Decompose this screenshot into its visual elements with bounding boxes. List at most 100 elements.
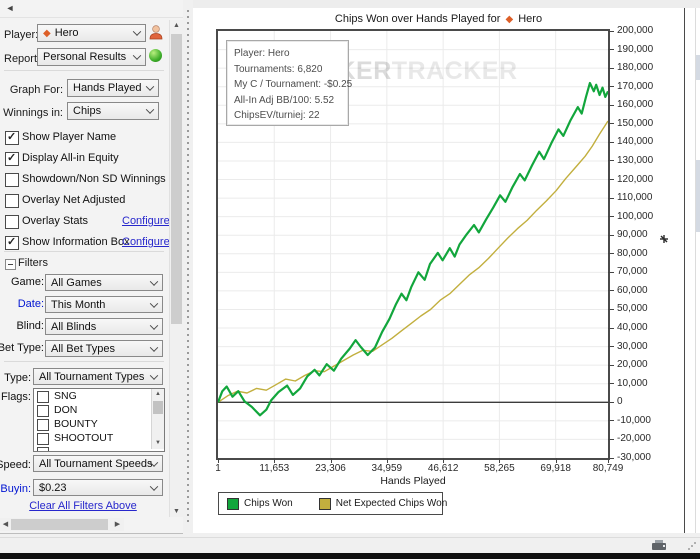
y-tick-label: 120,000 xyxy=(617,173,654,185)
flag-row-bounty[interactable]: BOUNTY xyxy=(37,418,137,432)
checkbox-row-display-all-in-equity[interactable]: Display All-in Equity xyxy=(5,151,181,168)
resize-grip[interactable] xyxy=(688,542,698,552)
legend-item-net-expected-chips-won: Net Expected Chips Won xyxy=(318,497,447,510)
date-select[interactable]: This Month xyxy=(45,296,163,313)
scroll-up-button[interactable]: ▲ xyxy=(152,389,164,400)
y-tick-mark xyxy=(608,327,614,329)
divider xyxy=(695,8,696,533)
chevron-down-icon xyxy=(145,105,155,114)
scrollbar-thumb[interactable] xyxy=(11,519,108,530)
checkbox[interactable] xyxy=(37,391,49,403)
configure-link[interactable]: Configure xyxy=(122,236,170,248)
y-tick-mark xyxy=(608,271,614,273)
type-select[interactable]: All Tournament Types xyxy=(33,368,163,385)
flags-listbox[interactable]: ▲ ▼ SNG DON BOUNTY SHOOTOUT xyxy=(33,388,165,452)
watermark-part2: TRACKER xyxy=(391,57,518,85)
y-tick-label: 10,000 xyxy=(617,377,648,389)
clear-all-filters-link[interactable]: Clear All Filters Above xyxy=(8,500,158,512)
flag-row-don[interactable]: DON xyxy=(37,404,137,418)
scroll-down-button[interactable]: ▼ xyxy=(152,438,164,449)
player-select[interactable]: ◆ Hero xyxy=(37,24,146,42)
status-printer-icon[interactable] xyxy=(652,540,667,552)
scroll-down-button[interactable]: ▼ xyxy=(170,508,183,515)
y-tick-label: 180,000 xyxy=(617,62,654,74)
scrollbar-thumb[interactable] xyxy=(153,401,163,414)
winnings-in-value: Chips xyxy=(73,105,102,117)
scrollbar-thumb[interactable] xyxy=(696,160,700,232)
divider xyxy=(0,17,183,18)
info-line: ChipsEV/turniej: 22 xyxy=(234,110,320,121)
checkbox-row-show-player-name[interactable]: Show Player Name xyxy=(5,130,181,147)
speed-label: Speed: xyxy=(0,459,31,471)
checkbox[interactable] xyxy=(5,194,19,208)
checkbox[interactable] xyxy=(37,433,49,445)
checkbox[interactable] xyxy=(37,419,49,431)
checkbox[interactable] xyxy=(5,173,19,187)
x-tick-label: 23,306 xyxy=(315,463,346,474)
winnings-in-select[interactable]: Chips xyxy=(67,102,159,120)
divider xyxy=(4,251,164,252)
y-tick-label: 160,000 xyxy=(617,99,654,111)
flags-label: Flags: xyxy=(1,391,31,403)
y-tick-mark xyxy=(608,401,614,403)
chart-title-player: Hero xyxy=(518,13,543,25)
checkbox-row-show-information-box[interactable]: Show Information BoxConfigure xyxy=(5,235,181,252)
checkbox[interactable] xyxy=(37,405,49,417)
y-tick-label: 40,000 xyxy=(617,322,648,334)
filter-row-date: Date: This Month xyxy=(0,294,183,316)
player-person-icon[interactable] xyxy=(148,24,164,40)
legend-item-chips-won: Chips Won xyxy=(227,497,293,510)
y-tick-label: 90,000 xyxy=(617,229,648,241)
graph-for-select[interactable]: Hands Played xyxy=(67,79,159,97)
flag-row-sng[interactable]: SNG xyxy=(37,390,137,404)
graph-for-label: Graph For: xyxy=(9,84,63,96)
checkbox-label: Show Information Box xyxy=(22,236,130,248)
checkbox-row-overlay-stats[interactable]: Overlay Stats Configure xyxy=(5,215,181,231)
scroll-up-button[interactable]: ▲ xyxy=(170,22,183,29)
checkbox[interactable] xyxy=(5,130,19,145)
scrollbar-thumb[interactable] xyxy=(696,55,700,80)
info-line: Tournaments: 6,820 xyxy=(234,63,323,75)
bet-type-value: All Bet Types xyxy=(51,342,115,355)
y-tick-label: 150,000 xyxy=(617,117,654,129)
buyin-label: Buyin: xyxy=(0,483,31,495)
flags-scrollbar[interactable]: ▲ ▼ xyxy=(151,389,164,449)
scroll-left-button[interactable]: ◀ xyxy=(0,518,11,531)
y-tick-label: -20,000 xyxy=(617,433,651,445)
filters-collapse-toggle[interactable] xyxy=(5,259,16,270)
legend-swatch xyxy=(318,497,331,510)
graph-for-value: Hands Played xyxy=(73,82,142,94)
y-tick-mark xyxy=(608,308,614,310)
sidebar-vertical-scrollbar[interactable]: ▲ ▼ xyxy=(169,20,183,517)
flag-label: BOUNTY xyxy=(54,418,98,430)
speed-select[interactable]: All Tournament Speeds xyxy=(33,455,163,472)
filter-row-game: Game: All Games xyxy=(0,272,183,294)
y-tick-mark xyxy=(608,123,614,125)
sidebar-horizontal-scrollbar[interactable]: ◀ ▶ xyxy=(0,518,124,531)
legend-label: Chips Won xyxy=(244,498,293,509)
game-select[interactable]: All Games xyxy=(45,274,163,291)
chevron-down-icon xyxy=(149,320,159,330)
flag-label: DON xyxy=(54,404,78,416)
checkbox[interactable] xyxy=(5,215,19,229)
flag-row-partial xyxy=(37,446,137,451)
collapse-sidebar-button[interactable]: ◄ xyxy=(4,2,16,14)
chevron-down-icon xyxy=(149,342,159,352)
configure-link[interactable]: Configure xyxy=(122,215,170,227)
bet-type-select[interactable]: All Bet Types xyxy=(45,340,163,357)
checkbox[interactable] xyxy=(5,235,19,250)
checkbox[interactable] xyxy=(5,151,19,166)
buyin-select[interactable]: $0.23 xyxy=(33,479,163,496)
report-select[interactable]: Personal Results xyxy=(37,48,146,66)
filter-row-blind: Blind: All Blinds xyxy=(0,316,183,338)
flag-row-shootout[interactable]: SHOOTOUT xyxy=(37,432,137,446)
checkbox-row-overlay-net-adjusted[interactable]: Overlay Net Adjusted xyxy=(5,194,181,210)
report-refresh-orb-icon[interactable] xyxy=(149,49,162,62)
divider xyxy=(4,70,164,71)
scroll-right-button[interactable]: ▶ xyxy=(112,518,123,531)
blind-select[interactable]: All Blinds xyxy=(45,318,163,335)
checkbox-row-showdown-non-sd-winnings[interactable]: Showdown/Non SD Winnings xyxy=(5,173,181,189)
scrollbar-thumb[interactable] xyxy=(171,34,182,324)
y-tick-label: 140,000 xyxy=(617,136,654,148)
panel-splitter[interactable] xyxy=(183,0,193,533)
